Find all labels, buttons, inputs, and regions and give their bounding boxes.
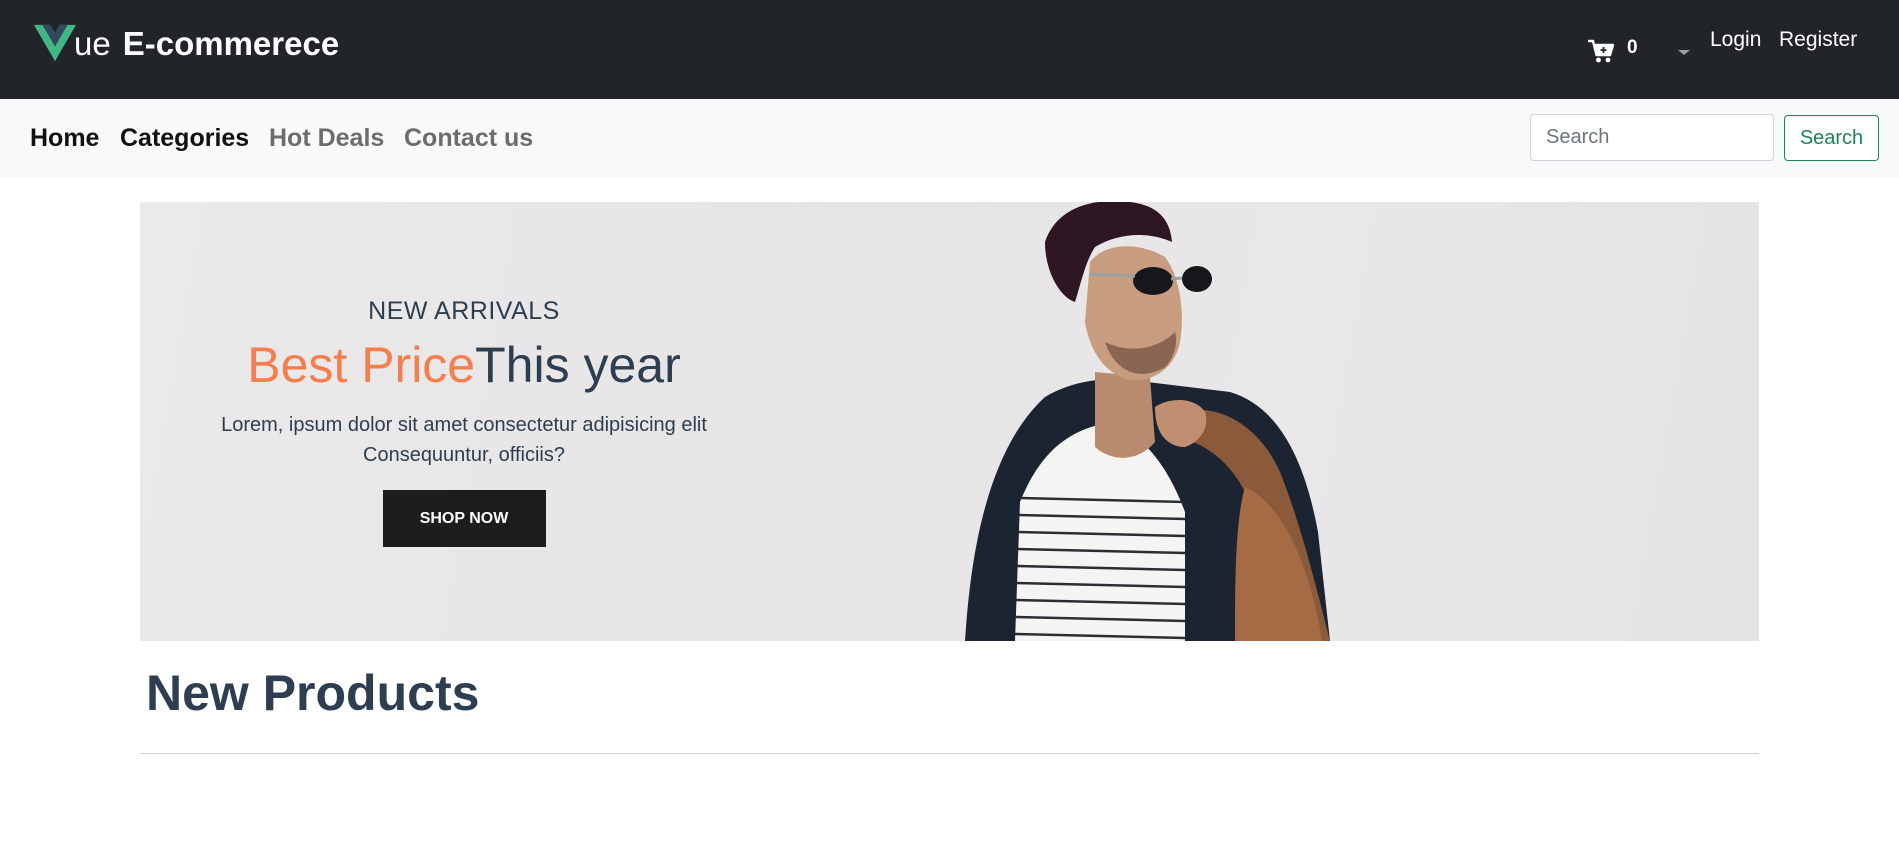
- section-divider: [140, 753, 1759, 754]
- brand-text-suffix: ue: [74, 25, 111, 62]
- nav-item-categories[interactable]: Categories: [120, 124, 249, 153]
- cart-count-badge: 0: [1627, 37, 1638, 58]
- nav-item-contact-us[interactable]: Contact us: [404, 124, 533, 153]
- shopping-cart-icon: [1588, 39, 1615, 63]
- main-navbar: Home Categories Hot Deals Contact us Sea…: [0, 99, 1899, 177]
- nav-item-hot-deals[interactable]: Hot Deals: [269, 124, 384, 153]
- hero-headline-accent: Best Price: [247, 337, 476, 393]
- register-link[interactable]: Register: [1779, 28, 1857, 52]
- nav-item-home[interactable]: Home: [30, 124, 99, 153]
- brand-text: E-commerece: [122, 25, 340, 62]
- hero-headline-main: This year: [475, 337, 681, 393]
- search-button[interactable]: Search: [1784, 115, 1879, 161]
- cart-button[interactable]: 0: [1588, 37, 1638, 64]
- hero-kicker: NEW ARRIVALS: [368, 297, 560, 325]
- brand-link[interactable]: ue E-commerece: [34, 22, 339, 64]
- caret-down-icon[interactable]: [1676, 47, 1692, 57]
- shop-now-button[interactable]: SHOP NOW: [382, 490, 546, 547]
- section-title-new-products: New Products: [146, 665, 480, 721]
- search-input[interactable]: [1530, 114, 1774, 161]
- hero-headline: Best PriceThis year: [180, 336, 748, 394]
- vue-logo-icon: [34, 24, 76, 62]
- hero-banner: NEW ARRIVALS Best PriceThis year Lorem, …: [140, 202, 1759, 641]
- hero-text-block: NEW ARRIVALS Best PriceThis year Lorem, …: [180, 297, 748, 547]
- hero-description: Lorem, ipsum dolor sit amet consectetur …: [221, 414, 707, 466]
- login-link[interactable]: Login: [1710, 28, 1761, 52]
- top-navbar: ue E-commerece 0 Login Register: [0, 0, 1899, 99]
